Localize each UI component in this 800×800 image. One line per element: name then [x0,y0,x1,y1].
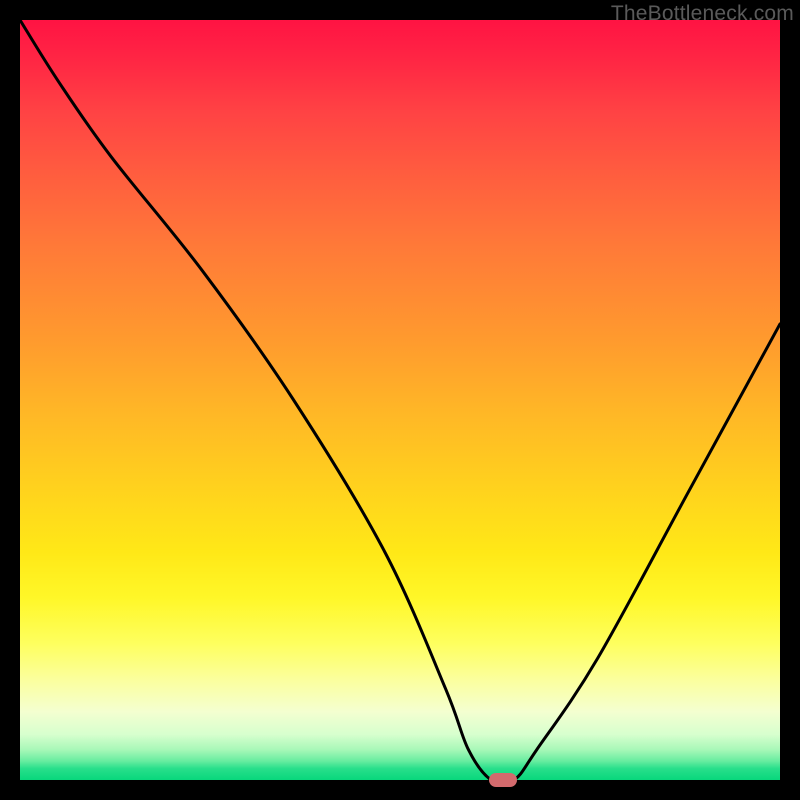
chart-frame: TheBottleneck.com [0,0,800,800]
watermark-text: TheBottleneck.com [611,2,794,26]
bottleneck-curve [20,20,780,780]
plot-area [20,20,780,780]
optimal-marker [489,773,517,787]
